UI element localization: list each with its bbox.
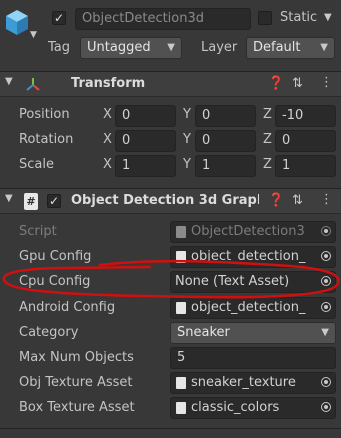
red-annotation-circle bbox=[2, 259, 340, 299]
